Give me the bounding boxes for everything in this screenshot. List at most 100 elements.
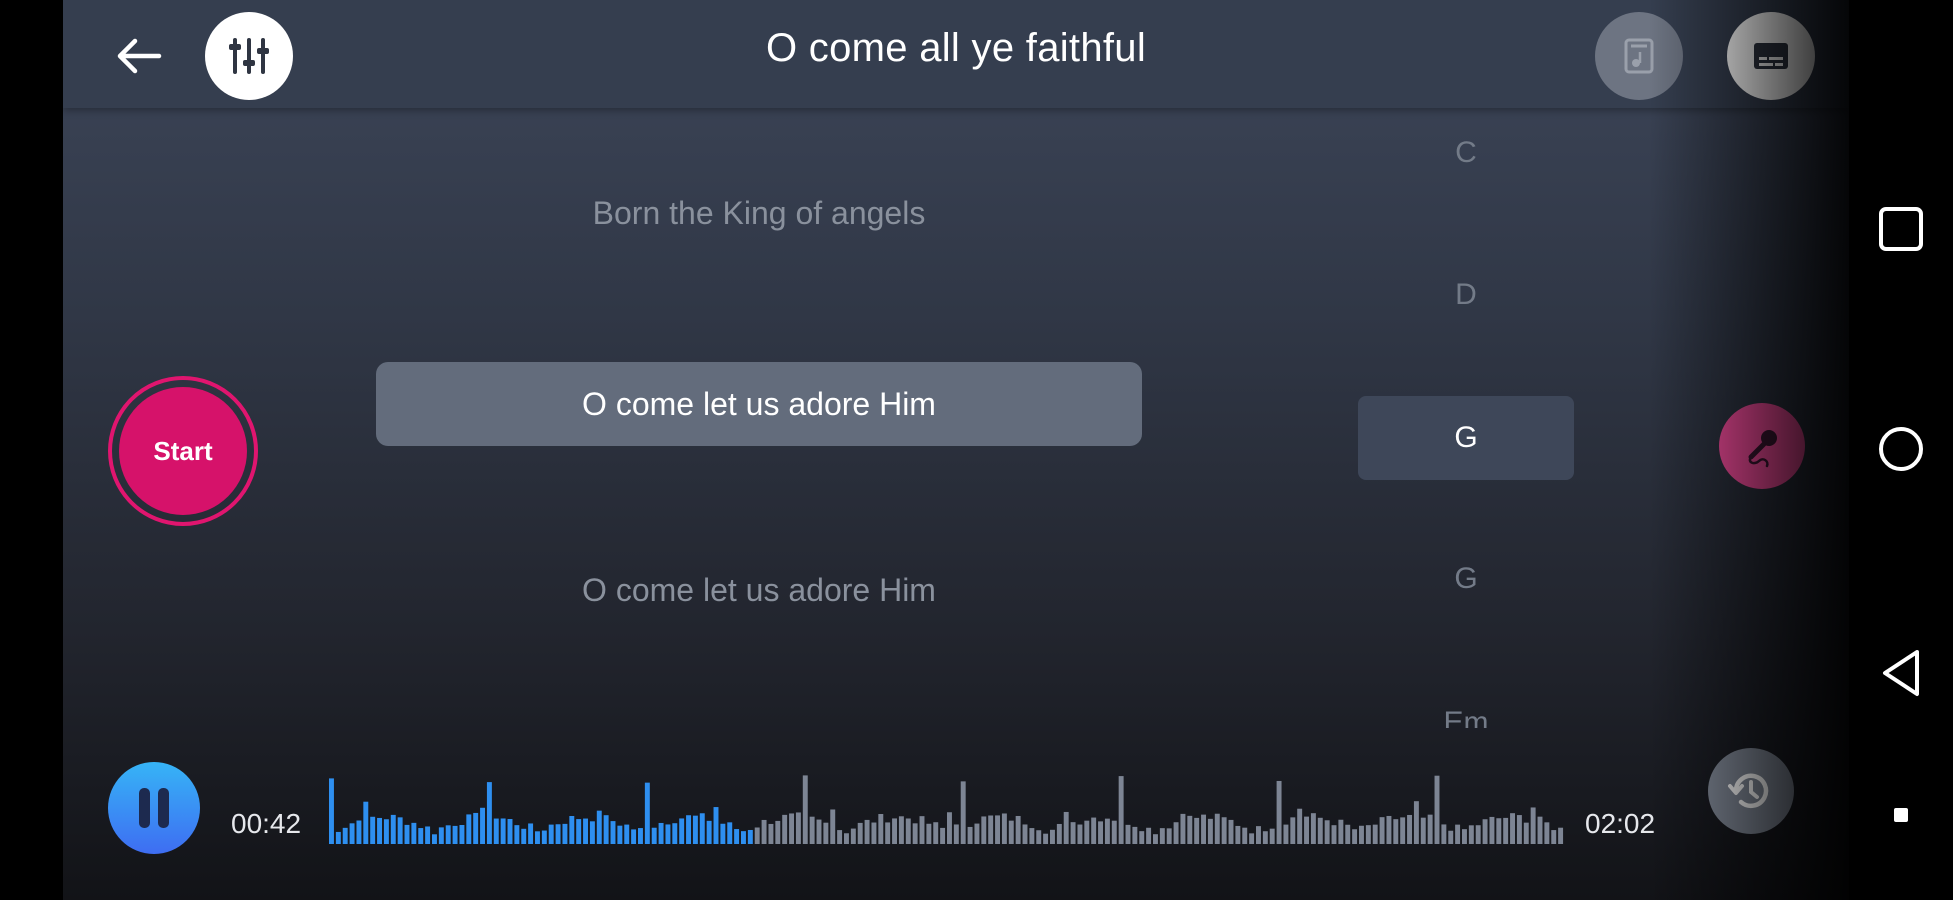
waveform-bar bbox=[438, 827, 444, 844]
waveform-bar bbox=[596, 810, 602, 844]
waveform-bar bbox=[1228, 819, 1234, 844]
waveform-bar bbox=[1544, 822, 1550, 844]
waveform-bar bbox=[466, 814, 472, 844]
waveform-bar bbox=[734, 829, 740, 844]
start-button[interactable]: Start bbox=[108, 376, 258, 526]
recents-button[interactable] bbox=[1849, 205, 1953, 253]
waveform-bar bbox=[1530, 807, 1536, 844]
waveform-bar bbox=[418, 828, 424, 844]
pause-button[interactable] bbox=[108, 762, 200, 854]
waveform-bar bbox=[1503, 817, 1509, 844]
waveform-bar bbox=[452, 825, 458, 844]
waveform-bar bbox=[1455, 824, 1461, 844]
subtitles-button[interactable] bbox=[1727, 12, 1815, 100]
music-file-icon bbox=[1624, 38, 1654, 74]
waveform-bar bbox=[816, 819, 822, 844]
waveform-bar bbox=[528, 823, 534, 844]
waveform-bar bbox=[1111, 820, 1117, 844]
waveform-bar bbox=[919, 816, 925, 844]
waveform-bar bbox=[1118, 776, 1124, 844]
waveform-bar bbox=[1386, 815, 1392, 844]
waveform-bar bbox=[933, 822, 939, 844]
waveform-bar bbox=[535, 831, 540, 844]
waveform-bar bbox=[837, 830, 843, 844]
waveform-bar bbox=[1242, 827, 1248, 844]
pause-icon bbox=[139, 788, 169, 828]
waveform-bar bbox=[1324, 820, 1330, 844]
waveform-bar bbox=[521, 828, 527, 844]
waveform-bar bbox=[1310, 813, 1316, 844]
recents-square-icon bbox=[1879, 207, 1923, 251]
karaoke-app: O come all ye faithful Born the King of … bbox=[63, 0, 1849, 900]
system-back-button[interactable] bbox=[1849, 647, 1953, 699]
waveform-bar bbox=[390, 814, 396, 844]
waveform-bar bbox=[850, 828, 856, 844]
waveform-bar bbox=[1235, 825, 1241, 844]
microphone-button[interactable] bbox=[1719, 403, 1805, 489]
waveform-bar bbox=[500, 818, 506, 844]
waveform-bar bbox=[1331, 825, 1337, 844]
waveform-bar bbox=[1510, 813, 1516, 844]
start-button-label: Start bbox=[119, 387, 247, 515]
waveform-bar bbox=[1249, 833, 1255, 844]
songbook-button[interactable] bbox=[1595, 12, 1683, 100]
waveform-bar bbox=[995, 815, 1001, 844]
waveform-bar bbox=[473, 812, 479, 844]
waveform-bar bbox=[844, 833, 849, 844]
waveform-bar bbox=[926, 823, 932, 844]
waveform-bar bbox=[486, 782, 492, 844]
waveform-bar bbox=[1153, 834, 1158, 844]
waveform-bar bbox=[383, 819, 389, 844]
replay-history-button[interactable] bbox=[1708, 748, 1794, 834]
waveform-seekbar[interactable] bbox=[329, 768, 1565, 844]
waveform-bar bbox=[947, 812, 952, 844]
waveform-bar bbox=[576, 819, 582, 844]
waveform-bar bbox=[1523, 822, 1529, 844]
waveform-bar bbox=[672, 823, 678, 844]
waveform-bar bbox=[802, 775, 808, 844]
waveform-bar bbox=[1297, 808, 1303, 844]
waveform-bar bbox=[1338, 819, 1344, 844]
home-button[interactable] bbox=[1849, 424, 1953, 474]
waveform-bar bbox=[411, 822, 417, 844]
waveform-bar bbox=[768, 823, 774, 844]
waveform-bar bbox=[782, 814, 788, 844]
waveform-bar bbox=[871, 822, 877, 844]
waveform-bar bbox=[1427, 814, 1433, 844]
waveform-bar bbox=[548, 824, 554, 844]
lyric-line-previous: Born the King of angels bbox=[592, 195, 926, 231]
waveform-bar bbox=[514, 825, 520, 844]
chord-item-current: G bbox=[1358, 396, 1574, 480]
waveform-bar bbox=[686, 815, 692, 844]
waveform-bar bbox=[335, 831, 341, 844]
waveform-bar bbox=[1084, 820, 1090, 844]
total-time: 02:02 bbox=[1585, 808, 1656, 839]
waveform-bar bbox=[1352, 829, 1358, 844]
waveform-bar bbox=[912, 823, 918, 844]
waveform-bar bbox=[1056, 823, 1062, 844]
waveform-bar bbox=[1022, 824, 1028, 844]
subtitles-icon bbox=[1754, 43, 1788, 69]
waveform-bar bbox=[1091, 817, 1097, 844]
waveform-bar bbox=[1146, 827, 1152, 844]
waveform-bar bbox=[1475, 825, 1481, 844]
waveform-bar bbox=[967, 826, 973, 844]
waveform-bar bbox=[1098, 821, 1104, 844]
waveform-bar bbox=[404, 824, 410, 844]
waveform-bar bbox=[953, 824, 959, 844]
waveform-bar bbox=[658, 822, 664, 844]
waveform-bar bbox=[665, 824, 671, 844]
waveform-bar bbox=[1166, 828, 1172, 844]
waveform-bar bbox=[1001, 813, 1007, 844]
waveform-bar bbox=[1194, 817, 1200, 844]
waveform-bar bbox=[1050, 829, 1055, 844]
waveform-bar bbox=[1551, 830, 1557, 844]
waveform-bar bbox=[349, 823, 355, 844]
waveform-bar bbox=[555, 824, 561, 844]
waveform-bar bbox=[1214, 813, 1220, 844]
waveform-bar bbox=[425, 826, 431, 844]
waveform-bar bbox=[775, 820, 781, 844]
waveform-bar bbox=[1262, 831, 1268, 844]
waveform-bar bbox=[713, 807, 719, 844]
waveform-bar bbox=[1173, 822, 1179, 844]
